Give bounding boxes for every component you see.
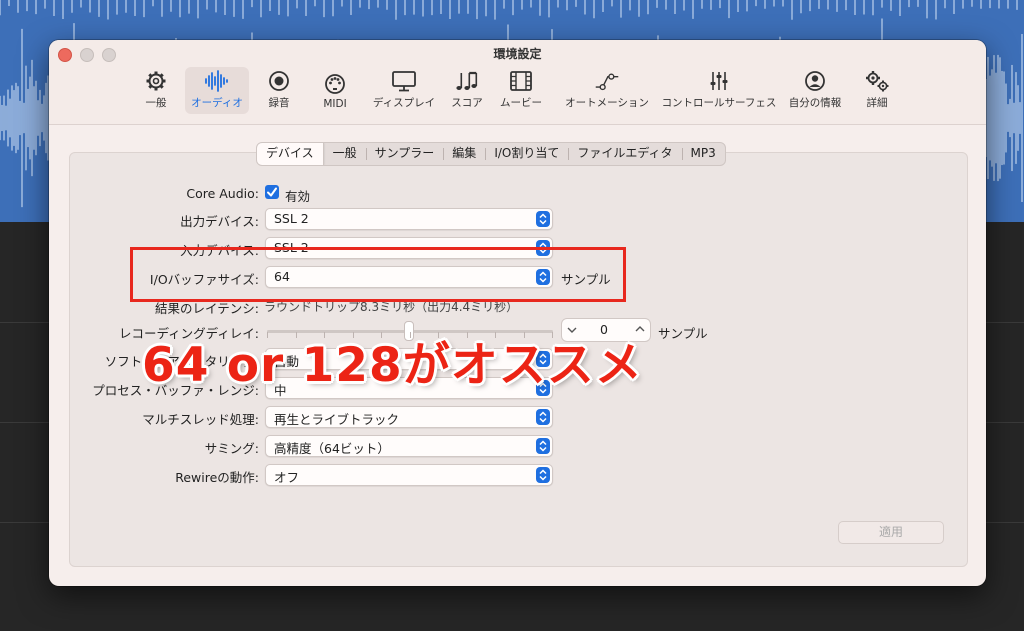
person-icon [802, 69, 828, 93]
sliders-icon [706, 69, 732, 93]
film-icon [508, 69, 534, 93]
record-icon [266, 69, 292, 93]
toolbar-item-label: MIDI [323, 98, 347, 110]
toolbar-item-label: 一般 [145, 97, 167, 109]
multithread-row: マルチスレッド処理: 再生とライブトラック [49, 406, 986, 428]
toolbar-item-my-info[interactable]: 自分の情報 [787, 67, 843, 114]
annotation-text: 64 or 128がオススメ [142, 338, 643, 393]
output-device-popup[interactable]: SSL 2 [265, 208, 553, 230]
toolbar-item-label: 録音 [268, 97, 290, 109]
toolbar-item-automation[interactable]: オートメーション [564, 67, 650, 114]
summing-value: 高精度（64ビット） [274, 441, 390, 456]
multithread-popup[interactable]: 再生とライブトラック [265, 406, 553, 428]
toolbar-item-control-surfaces[interactable]: コントロールサーフェス [661, 67, 777, 114]
tab-devices[interactable]: デバイス [257, 143, 324, 165]
highlight-box [130, 247, 626, 302]
toolbar-item-record[interactable]: 録音 [261, 67, 297, 114]
toolbar-item-label: ムービー [500, 97, 542, 109]
toolbar-item-label: スコア [451, 97, 483, 109]
toolbar-item-movie[interactable]: ムービー [497, 67, 545, 114]
output-device-value: SSL 2 [274, 211, 309, 226]
core-audio-enabled-label: 有効 [285, 189, 311, 204]
summing-row: サミング: 高精度（64ビット） [49, 435, 986, 457]
tab-general[interactable]: 一般 [324, 143, 366, 165]
core-audio-label: Core Audio: [186, 186, 259, 201]
rewire-popup[interactable]: オフ [265, 464, 553, 486]
audio-tabs: デバイス 一般 サンプラー 編集 I/O割り当て ファイルエディタ MP3 [256, 142, 726, 166]
tab-editing[interactable]: 編集 [443, 143, 485, 165]
chevron-up-down-icon [536, 211, 550, 227]
waveform-icon [204, 69, 230, 93]
chevron-up-down-icon [536, 467, 550, 483]
apply-button[interactable]: 適用 [838, 521, 944, 544]
toolbar-item-label: 自分の情報 [788, 97, 842, 109]
gear-icon [143, 69, 169, 93]
automation-icon [594, 69, 620, 93]
toolbar-item-display[interactable]: ディスプレイ [371, 67, 437, 114]
title-bar: 環境設定 一般 オーディオ 録音 MIDI ディスプレイ スコア ムービー オー… [49, 40, 986, 125]
music-notes-icon [454, 69, 480, 93]
toolbar-item-general[interactable]: 一般 [141, 67, 171, 114]
tab-sampler[interactable]: サンプラー [365, 143, 444, 165]
recording-delay-unit: サンプル [658, 326, 708, 341]
toolbar-item-advanced[interactable]: 詳細 [859, 67, 895, 114]
toolbar-item-audio[interactable]: オーディオ [185, 67, 249, 114]
toolbar-item-midi[interactable]: MIDI [317, 67, 353, 114]
core-audio-checkbox[interactable] [265, 185, 279, 199]
toolbar-item-label: オーディオ [191, 97, 243, 109]
summing-label: サミング: [204, 441, 259, 456]
tab-mp3[interactable]: MP3 [681, 143, 725, 165]
display-icon [391, 69, 417, 93]
toolbar-item-label: 詳細 [866, 97, 888, 109]
tab-file-editor[interactable]: ファイルエディタ [568, 143, 681, 165]
toolbar-item-label: ディスプレイ [372, 97, 436, 109]
midi-icon [322, 72, 348, 96]
toolbar-item-label: コントロールサーフェス [661, 97, 777, 109]
toolbar-item-score[interactable]: スコア [447, 67, 487, 114]
window-title: 環境設定 [493, 47, 542, 61]
chevron-up-down-icon [536, 438, 550, 454]
multithread-label: マルチスレッド処理: [142, 412, 259, 427]
output-device-label: 出力デバイス: [180, 214, 259, 229]
rewire-value: オフ [274, 470, 300, 485]
output-device-row: 出力デバイス: SSL 2 [49, 208, 986, 230]
tab-io-assignments[interactable]: I/O割り当て [485, 143, 568, 165]
checkmark-icon [267, 187, 277, 197]
gears-icon [864, 69, 890, 93]
chevron-up-down-icon [536, 409, 550, 425]
rewire-row: Rewireの動作: オフ [49, 464, 986, 486]
summing-popup[interactable]: 高精度（64ビット） [265, 435, 553, 457]
core-audio-row: Core Audio: 有効 [49, 183, 986, 205]
multithread-value: 再生とライブトラック [274, 412, 400, 427]
rewire-label: Rewireの動作: [175, 470, 259, 485]
preferences-window: 環境設定 一般 オーディオ 録音 MIDI ディスプレイ スコア ムービー オー… [49, 40, 986, 586]
toolbar-item-label: オートメーション [565, 97, 649, 109]
